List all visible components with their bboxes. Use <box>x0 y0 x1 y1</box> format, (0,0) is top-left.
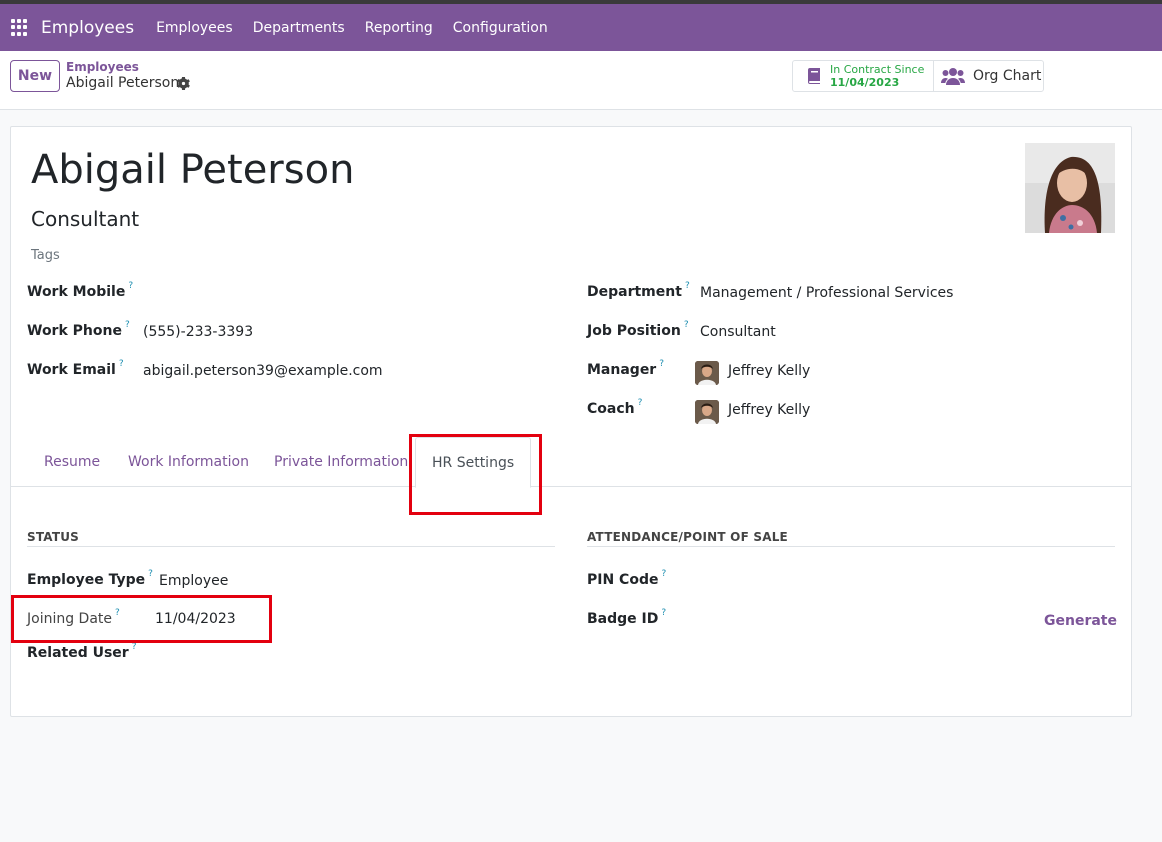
work-phone-label: Work Phone <box>27 323 122 339</box>
menu-departments[interactable]: Departments <box>253 20 345 36</box>
book-icon <box>808 68 820 84</box>
people-icon <box>941 68 965 85</box>
top-navbar: Employees Employees Departments Reportin… <box>0 4 1162 51</box>
status-section-title: STATUS <box>27 530 80 544</box>
app-brand[interactable]: Employees <box>41 18 134 38</box>
tags-field[interactable]: Tags <box>31 248 60 263</box>
department-value[interactable]: Management / Professional Services <box>700 285 953 301</box>
pin-code-field[interactable]: PIN Code? <box>587 569 666 590</box>
job-position-field: Job Position? <box>587 320 689 341</box>
contract-stat-button[interactable]: In Contract Since 11/04/2023 <box>793 61 934 91</box>
department-label: Department <box>587 284 682 300</box>
work-email-field: Work Email? <box>27 359 124 380</box>
form-tabs: Resume Work Information Private Informat… <box>11 437 1131 488</box>
smart-buttons: In Contract Since 11/04/2023 Org Chart <box>792 60 1044 92</box>
employee-type-label: Employee Type <box>27 572 146 588</box>
employee-type-field: Employee Type? <box>27 569 153 590</box>
work-phone-field: Work Phone? <box>27 320 130 341</box>
tab-resume[interactable]: Resume <box>28 437 116 487</box>
breadcrumb-parent[interactable]: Employees <box>66 60 139 74</box>
help-icon[interactable]: ? <box>638 398 643 408</box>
manager-label: Manager <box>587 362 657 378</box>
org-chart-label: Org Chart <box>973 68 1042 84</box>
employee-photo[interactable] <box>1025 143 1115 233</box>
control-panel: New Employees Abigail Peterson In Contra… <box>0 51 1162 110</box>
employee-type-value[interactable]: Employee <box>159 573 228 589</box>
contract-stat-value: 11/04/2023 <box>830 76 900 89</box>
status-divider <box>27 546 555 547</box>
employee-job-title[interactable]: Consultant <box>31 207 139 231</box>
menu-employees[interactable]: Employees <box>156 20 233 36</box>
org-chart-button[interactable]: Org Chart <box>934 61 1043 91</box>
tab-private-information[interactable]: Private Information <box>258 437 424 487</box>
badge-id-field[interactable]: Badge ID? <box>587 608 666 629</box>
generate-badge-button[interactable]: Generate <box>1044 613 1117 629</box>
manager-avatar <box>695 361 719 385</box>
related-user-label: Related User <box>27 645 129 661</box>
coach-value[interactable]: Jeffrey Kelly <box>728 402 810 418</box>
work-email-value[interactable]: abigail.peterson39@example.com <box>143 363 383 379</box>
tab-work-information[interactable]: Work Information <box>112 437 265 487</box>
department-field: Department? <box>587 281 690 302</box>
help-icon[interactable]: ? <box>684 320 689 330</box>
help-icon[interactable]: ? <box>685 281 690 291</box>
new-button[interactable]: New <box>10 60 60 92</box>
job-position-label: Job Position <box>587 323 681 339</box>
help-icon[interactable]: ? <box>659 359 664 369</box>
attendance-divider <box>587 546 1115 547</box>
gear-icon[interactable] <box>177 77 190 90</box>
hr-settings-highlight <box>409 434 542 515</box>
help-icon[interactable]: ? <box>132 642 137 652</box>
employee-name[interactable]: Abigail Peterson <box>31 147 354 193</box>
coach-label: Coach <box>587 401 635 417</box>
apps-grid-icon[interactable] <box>11 18 29 37</box>
work-mobile-label: Work Mobile <box>27 284 126 300</box>
pin-code-label: PIN Code <box>587 572 659 588</box>
help-icon[interactable]: ? <box>119 359 124 369</box>
coach-avatar <box>695 400 719 424</box>
joining-date-highlight <box>11 595 272 643</box>
job-position-value[interactable]: Consultant <box>700 324 776 340</box>
breadcrumb-current: Abigail Peterson <box>66 75 180 91</box>
manager-field: Manager? <box>587 359 664 380</box>
work-mobile-field[interactable]: Work Mobile? <box>27 281 133 302</box>
help-icon[interactable]: ? <box>661 569 666 579</box>
badge-id-label: Badge ID <box>587 611 659 627</box>
menu-reporting[interactable]: Reporting <box>365 20 433 36</box>
manager-value[interactable]: Jeffrey Kelly <box>728 363 810 379</box>
menu-configuration[interactable]: Configuration <box>453 20 548 36</box>
attendance-section-title: ATTENDANCE/POINT OF SALE <box>587 530 788 544</box>
help-icon[interactable]: ? <box>148 569 153 579</box>
contract-stat-label: In Contract Since <box>830 63 925 76</box>
related-user-field[interactable]: Related User? <box>27 642 137 663</box>
help-icon[interactable]: ? <box>661 608 666 618</box>
coach-field: Coach? <box>587 398 643 419</box>
help-icon[interactable]: ? <box>125 320 130 330</box>
work-phone-value[interactable]: (555)-233-3393 <box>143 324 253 340</box>
work-email-label: Work Email <box>27 362 116 378</box>
help-icon[interactable]: ? <box>128 281 133 291</box>
